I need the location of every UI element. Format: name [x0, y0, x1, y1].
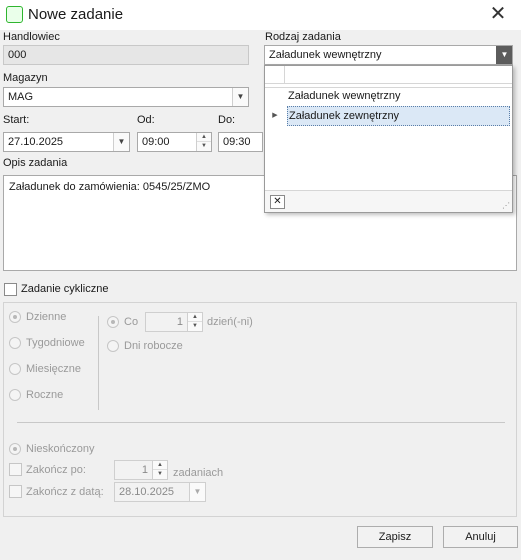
workdays-label: Dni robocze: [124, 340, 183, 352]
window-title: Nowe zadanie: [28, 6, 124, 23]
divider: [98, 316, 99, 410]
dropdown-option[interactable]: Załadunek wewnętrzny: [265, 86, 512, 106]
frequency-yearly-label: Roczne: [26, 389, 64, 401]
row-indicator: [265, 86, 285, 106]
divider: [17, 422, 505, 423]
task-type-value: Załadunek wewnętrzny: [269, 49, 382, 61]
clear-selection-icon[interactable]: ✕: [270, 195, 285, 209]
workdays-radio[interactable]: [107, 340, 119, 352]
warehouse-label: Magazyn: [3, 72, 48, 84]
chevron-down-icon[interactable]: ▼: [113, 133, 129, 151]
end-date-label: Zakończ z datą:: [26, 486, 104, 498]
end-after-count-field[interactable]: 1 ▲ ▼: [114, 460, 168, 480]
task-type-select[interactable]: Załadunek wewnętrzny ▼: [264, 45, 513, 65]
to-time-label: Do:: [218, 114, 236, 126]
spin-down-icon[interactable]: ▼: [197, 142, 211, 151]
cyclic-checkbox[interactable]: [4, 283, 17, 296]
frequency-monthly-label: Miesięczne: [26, 363, 82, 375]
spin-up-icon[interactable]: ▲: [197, 133, 211, 142]
time-spinner[interactable]: ▲ ▼: [196, 133, 211, 151]
save-button[interactable]: Zapisz: [357, 526, 433, 548]
end-date-checkbox[interactable]: [9, 485, 22, 498]
spin-down-icon[interactable]: ▼: [153, 470, 167, 479]
frequency-weekly-label: Tygodniowe: [26, 337, 85, 349]
task-type-dropdown-list: Załadunek wewnętrzny ▶ Załadunek zewnętr…: [264, 65, 513, 213]
dropdown-option-label: Załadunek wewnętrzny: [288, 90, 401, 102]
salesperson-label: Handlowiec: [3, 31, 60, 43]
end-after-checkbox[interactable]: [9, 463, 22, 476]
end-after-count-value: 1: [141, 464, 148, 476]
cyclic-label: Zadanie cykliczne: [21, 283, 109, 295]
frequency-yearly-radio[interactable]: [9, 389, 21, 401]
end-infinite-radio[interactable]: [9, 443, 21, 455]
salesperson-field: 000: [3, 45, 249, 65]
start-date-field[interactable]: 27.10.2025 ▼: [3, 132, 130, 152]
end-after-label: Zakończ po:: [26, 464, 86, 476]
every-label: Co: [124, 316, 139, 328]
start-date-value: 27.10.2025: [8, 136, 64, 148]
warehouse-value: MAG: [8, 91, 34, 103]
grid-header: [265, 66, 512, 84]
chevron-down-icon[interactable]: ▼: [232, 88, 248, 106]
description-label: Opis zadania: [3, 157, 68, 169]
resize-grip-icon[interactable]: ⋰: [501, 201, 510, 210]
start-label: Start:: [3, 114, 30, 126]
spin-up-icon[interactable]: ▲: [153, 461, 167, 470]
to-time-field[interactable]: 09:30: [218, 132, 263, 152]
chevron-down-icon[interactable]: ▼: [189, 483, 205, 501]
dropdown-footer: ✕ ⋰: [265, 190, 512, 212]
count-spinner[interactable]: ▲ ▼: [152, 461, 167, 479]
chevron-down-icon[interactable]: ▼: [496, 46, 512, 64]
to-time-value: 09:30: [223, 136, 251, 148]
every-interval-value: 1: [176, 316, 183, 328]
end-after-unit-label: zadaniach: [173, 467, 224, 479]
end-date-value: 28.10.2025: [119, 486, 175, 498]
row-pointer-icon: ▶: [272, 112, 278, 119]
warehouse-select[interactable]: MAG ▼: [3, 87, 249, 107]
spin-down-icon[interactable]: ▼: [188, 322, 202, 331]
frequency-daily-label: Dzienne: [26, 311, 67, 323]
end-infinite-label: Nieskończony: [26, 443, 95, 455]
from-time-label: Od:: [137, 114, 155, 126]
every-interval-field[interactable]: 1 ▲ ▼: [145, 312, 203, 332]
dropdown-option-selected[interactable]: ▶ Załadunek zewnętrzny: [265, 106, 512, 126]
every-radio[interactable]: [107, 316, 119, 328]
task-type-label: Rodzaj zadania: [265, 31, 341, 43]
close-window-button[interactable]: ✕: [486, 3, 510, 27]
frequency-weekly-radio[interactable]: [9, 337, 21, 349]
from-time-field[interactable]: 09:00 ▲ ▼: [137, 132, 212, 152]
from-time-value: 09:00: [142, 136, 170, 148]
dropdown-option-label: Załadunek zewnętrzny: [287, 106, 510, 126]
app-icon: [6, 6, 23, 23]
interval-spinner[interactable]: ▲ ▼: [187, 313, 202, 331]
cancel-button[interactable]: Anuluj: [443, 526, 518, 548]
cyclic-options-panel: [3, 302, 517, 517]
end-date-field[interactable]: 28.10.2025 ▼: [114, 482, 206, 502]
spin-up-icon[interactable]: ▲: [188, 313, 202, 322]
frequency-daily-radio[interactable]: [9, 311, 21, 323]
every-unit-label: dzień(-ni): [207, 316, 253, 328]
frequency-monthly-radio[interactable]: [9, 363, 21, 375]
